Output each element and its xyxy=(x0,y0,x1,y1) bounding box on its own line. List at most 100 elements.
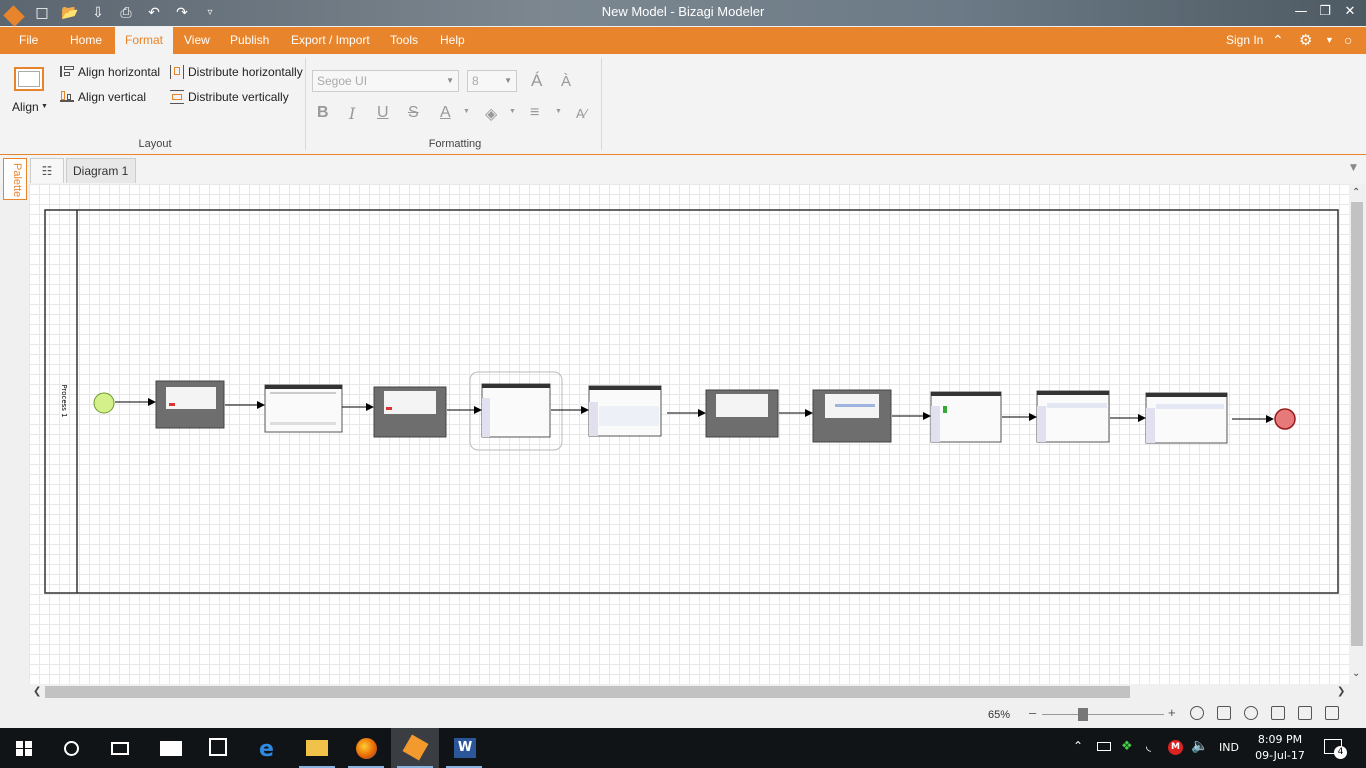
clock[interactable]: 8:09 PM 09-Jul-17 xyxy=(1254,732,1306,764)
restore-button[interactable]: ❐ xyxy=(1313,2,1337,22)
zoom-out-icon[interactable]: – xyxy=(1029,705,1036,720)
input-language[interactable]: IND xyxy=(1219,741,1239,754)
taskbar-store[interactable] xyxy=(194,728,242,768)
taskbar-word[interactable]: W xyxy=(440,728,488,768)
text-align-icon[interactable]: ≡ xyxy=(530,104,539,122)
zoom-slider-track[interactable] xyxy=(1042,714,1164,715)
zoom-slider-thumb[interactable] xyxy=(1078,708,1088,721)
strikethrough-icon[interactable]: S xyxy=(408,104,419,122)
task-8[interactable] xyxy=(930,391,1002,443)
shrink-font-icon[interactable]: À xyxy=(561,73,571,90)
menu-publish[interactable]: Publish xyxy=(220,27,279,54)
bold-icon[interactable]: B xyxy=(317,104,329,122)
end-event[interactable] xyxy=(1274,408,1296,430)
overview-tab[interactable]: ☷ xyxy=(30,158,64,183)
antivirus-icon[interactable]: M xyxy=(1168,740,1183,755)
text-align-dropdown-icon[interactable]: ▼ xyxy=(555,108,562,115)
horizontal-scroll-thumb[interactable] xyxy=(45,686,1130,698)
distribute-horizontally-button[interactable]: Distribute horizontally xyxy=(168,63,304,81)
settings-gear-icon[interactable]: ⚙ xyxy=(1299,27,1312,54)
palette-tab[interactable]: Palette xyxy=(3,158,27,200)
task-9[interactable] xyxy=(1036,390,1110,443)
task-6[interactable] xyxy=(705,389,779,438)
dropbox-icon[interactable]: ❖ xyxy=(1121,739,1133,754)
taskbar-mail[interactable] xyxy=(146,728,194,768)
cortana-button[interactable] xyxy=(48,728,96,768)
scroll-up-icon[interactable]: ⌃ xyxy=(1352,187,1360,198)
task-7[interactable] xyxy=(812,389,892,443)
sign-in-link[interactable]: Sign In xyxy=(1226,27,1263,54)
volume-icon[interactable]: 🔈 xyxy=(1191,738,1208,754)
show-hidden-icons[interactable]: ⌃ xyxy=(1073,739,1083,753)
distribute-vertically-label: Distribute vertically xyxy=(188,90,289,104)
taskbar-edge[interactable]: e xyxy=(244,728,292,768)
scroll-right-icon[interactable]: ❯ xyxy=(1337,686,1345,697)
collapse-ribbon-icon[interactable]: ⌃ xyxy=(1272,27,1284,54)
fill-color-dropdown-icon[interactable]: ▼ xyxy=(509,108,516,115)
tab-diagram-1[interactable]: Diagram 1 xyxy=(66,158,136,183)
vertical-scroll-thumb[interactable] xyxy=(1351,202,1363,646)
fit-page-icon[interactable] xyxy=(1217,706,1231,720)
distribute-vertically-button[interactable]: Distribute vertically xyxy=(168,88,304,106)
wifi-icon[interactable]: ◟ xyxy=(1146,739,1151,754)
scroll-left-icon[interactable]: ❮ xyxy=(33,686,41,697)
taskbar-file-explorer[interactable] xyxy=(293,728,341,768)
align-vertical-button[interactable]: Align vertical xyxy=(58,88,162,106)
pool-label: Process 1 xyxy=(60,384,68,417)
underline-icon[interactable]: U xyxy=(377,104,389,122)
menu-format[interactable]: Format xyxy=(115,27,174,54)
font-family-select[interactable]: Segoe UI ▼ xyxy=(312,70,459,92)
task-view-button[interactable] xyxy=(96,728,144,768)
close-button[interactable]: ✕ xyxy=(1338,2,1362,22)
menu-file[interactable]: File xyxy=(9,27,48,54)
zoom-in-icon[interactable]: + xyxy=(1168,705,1176,720)
menu-view[interactable]: View xyxy=(174,27,220,54)
overview-map-icon[interactable] xyxy=(1325,706,1339,720)
italic-icon[interactable]: I xyxy=(349,104,355,123)
settings-dropdown-icon[interactable]: ▼ xyxy=(1325,27,1334,54)
store-icon xyxy=(209,738,227,756)
fit-width-icon[interactable] xyxy=(1271,706,1285,720)
font-size-select[interactable]: 8 ▼ xyxy=(467,70,517,92)
menu-tools[interactable]: Tools xyxy=(380,27,428,54)
fill-color-icon[interactable]: ◈ xyxy=(485,104,497,124)
start-event[interactable] xyxy=(93,392,115,414)
pool[interactable] xyxy=(44,209,1339,594)
task-3[interactable] xyxy=(373,386,447,438)
zoom-search-icon[interactable] xyxy=(1244,706,1258,720)
tabs-dropdown-icon[interactable]: ▼ xyxy=(1350,163,1357,173)
menu-bar: File Home Format View Publish Export / I… xyxy=(0,27,1366,54)
minimize-button[interactable]: — xyxy=(1289,2,1313,22)
presentation-icon[interactable] xyxy=(1298,706,1312,720)
lightbulb-icon[interactable]: ○ xyxy=(1344,27,1352,54)
task-2[interactable] xyxy=(264,384,343,433)
windows-start-button[interactable] xyxy=(0,728,48,768)
scroll-down-icon[interactable]: ⌄ xyxy=(1352,668,1360,679)
edge-icon: e xyxy=(259,737,274,762)
menu-export-import[interactable]: Export / Import xyxy=(281,27,380,54)
folder-icon xyxy=(306,740,328,756)
font-color-dropdown-icon[interactable]: ▼ xyxy=(463,108,470,115)
taskbar-bizagi[interactable] xyxy=(391,728,439,768)
battery-icon[interactable] xyxy=(1097,742,1111,751)
grow-font-icon[interactable]: Á xyxy=(531,71,542,91)
clear-format-icon[interactable]: A∕ xyxy=(576,106,587,121)
distribute-vertically-icon xyxy=(170,90,184,104)
actual-size-icon[interactable] xyxy=(1190,706,1204,720)
menu-help[interactable]: Help xyxy=(430,27,475,54)
diagram-canvas[interactable]: Process 1 xyxy=(29,184,1349,684)
distribute-horizontally-icon xyxy=(170,65,184,79)
task-5[interactable] xyxy=(588,385,662,437)
formatting-group-label: Formatting xyxy=(428,138,482,150)
align-horizontal-button[interactable]: Align horizontal xyxy=(58,63,162,81)
align-button[interactable]: Align ▼ xyxy=(10,64,50,124)
align-horizontal-label: Align horizontal xyxy=(78,65,161,79)
palette-label: Palette xyxy=(11,163,23,198)
task-1[interactable] xyxy=(155,380,225,429)
font-color-icon[interactable]: A xyxy=(440,104,451,122)
task-10[interactable] xyxy=(1145,392,1228,444)
task-4-selected[interactable] xyxy=(469,371,563,451)
taskbar-firefox[interactable] xyxy=(342,728,390,768)
menu-home[interactable]: Home xyxy=(60,27,112,54)
align-vertical-icon xyxy=(60,91,74,102)
